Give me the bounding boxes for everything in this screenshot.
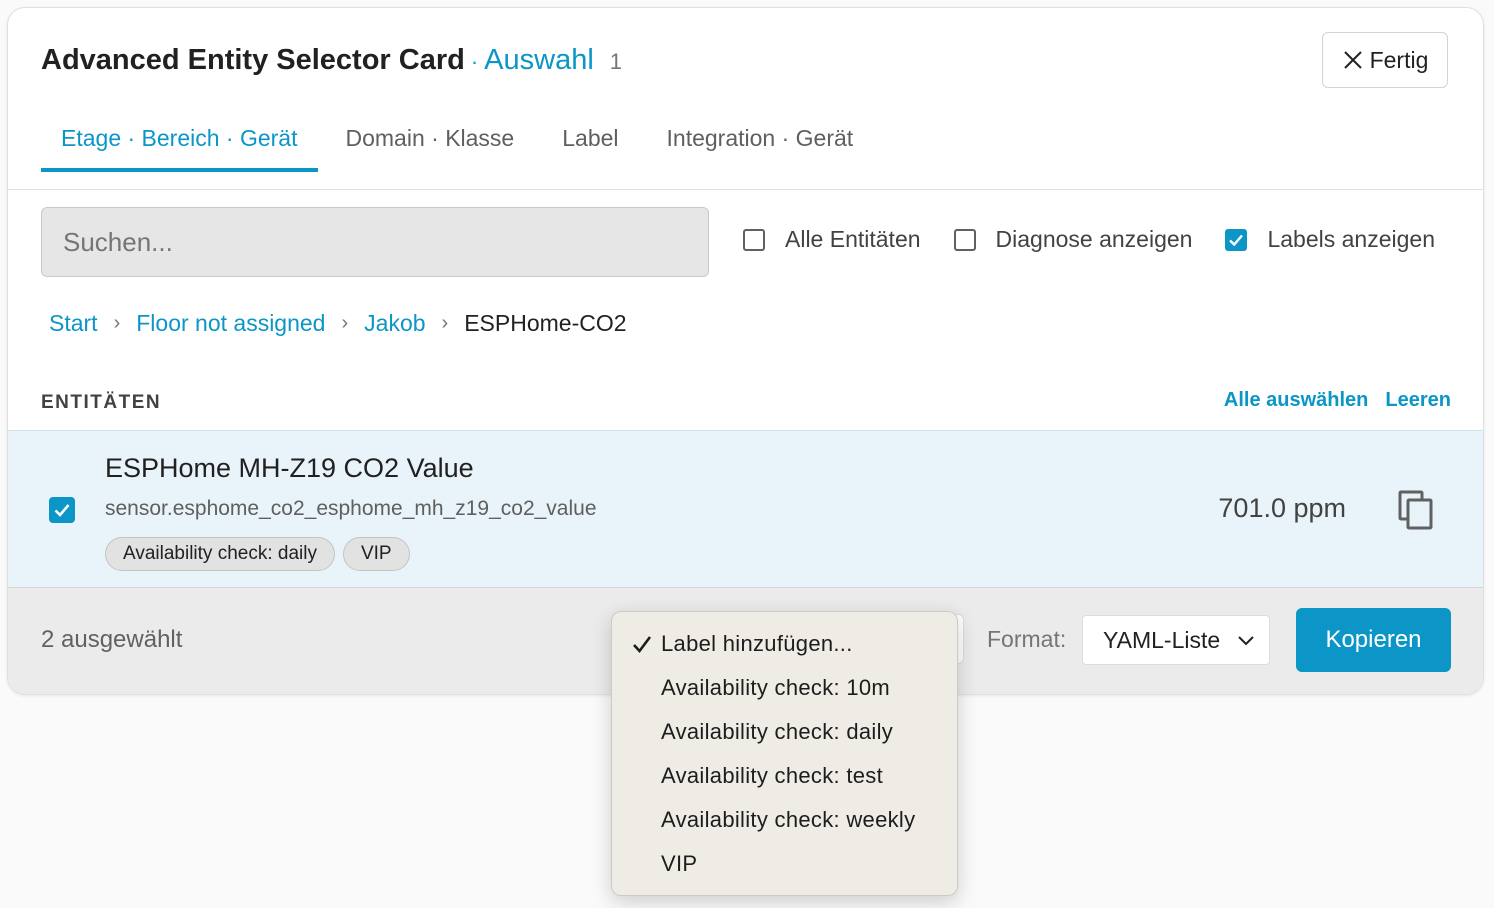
breadcrumb-floor[interactable]: Floor not assigned [136, 310, 325, 337]
checkmark-icon [1229, 234, 1244, 246]
checkmark-icon [54, 504, 70, 517]
breadcrumb-separator: › [113, 312, 121, 334]
breadcrumb-separator: › [341, 312, 349, 334]
chevron-down-icon [1238, 636, 1254, 646]
entities-heading: ENTITÄTEN [41, 392, 162, 413]
filter-all-entities[interactable]: Alle Entitäten [743, 226, 921, 253]
menu-item-availability-test[interactable]: Availability check: test [661, 763, 883, 789]
entity-row[interactable]: ESPHome MH-Z19 CO2 Value sensor.esphome_… [8, 430, 1483, 587]
tab-domain-class[interactable]: Domain · Klasse [326, 110, 535, 172]
filter-show-diagnostic-label: Diagnose anzeigen [995, 226, 1193, 252]
checkmark-icon [633, 636, 652, 654]
breadcrumb-area[interactable]: Jakob [364, 310, 425, 337]
label-chip: VIP [342, 537, 410, 571]
tab-floor-area-device[interactable]: Etage · Bereich · Gerät [41, 110, 318, 172]
entity-state-value: 701.0 ppm [1218, 493, 1346, 523]
filter-show-labels-label: Labels anzeigen [1267, 226, 1435, 252]
menu-item-availability-10m[interactable]: Availability check: 10m [661, 675, 890, 701]
card-header: Advanced Entity Selector Card · Auswahl … [8, 8, 1483, 190]
selected-count: 2 ausgewählt [41, 626, 183, 653]
checkbox-all-entities[interactable] [743, 228, 765, 251]
title-row: Advanced Entity Selector Card · Auswahl … [41, 44, 622, 77]
copy-button[interactable]: Kopieren [1296, 608, 1451, 672]
done-button[interactable]: Fertig [1322, 32, 1448, 88]
tab-label[interactable]: Label [542, 110, 638, 172]
menu-item-add-label[interactable]: Label hinzufügen... [661, 631, 853, 657]
tab-integration-device[interactable]: Integration · Gerät [647, 110, 874, 172]
breadcrumb-current: ESPHome-CO2 [464, 310, 627, 336]
entity-labels: Availability check: daily VIP [105, 537, 410, 571]
entity-name: ESPHome MH-Z19 CO2 Value [105, 453, 474, 483]
checkbox-show-diagnostic[interactable] [953, 228, 976, 251]
clear-button[interactable]: Leeren [1385, 389, 1451, 412]
label-chip: Availability check: daily [105, 537, 335, 571]
label-dropdown-menu: Label hinzufügen... Availability check: … [611, 611, 958, 896]
copy-icon[interactable] [1398, 490, 1434, 530]
filter-all-entities-label: Alle Entitäten [785, 226, 921, 252]
tab-bar: Etage · Bereich · Gerät Domain · Klasse … [41, 110, 873, 172]
selection-label: Auswahl [484, 44, 594, 76]
format-select-value: YAML-Liste [1103, 627, 1221, 653]
title-separator: · [470, 49, 479, 74]
header-divider [8, 189, 1483, 190]
breadcrumb-start[interactable]: Start [49, 310, 98, 337]
done-button-label: Fertig [1369, 46, 1429, 73]
filter-show-labels[interactable]: Labels anzeigen [1225, 226, 1435, 253]
select-all-button[interactable]: Alle auswählen [1224, 389, 1369, 412]
breadcrumb-separator: › [441, 312, 449, 334]
filter-options: Alle Entitäten Diagnose anzeigen Labels … [743, 226, 1435, 253]
close-icon [1343, 51, 1362, 69]
search-input[interactable]: Suchen... [41, 207, 709, 277]
entity-checkbox[interactable] [49, 497, 75, 523]
menu-item-vip[interactable]: VIP [661, 851, 697, 877]
card-title: Advanced Entity Selector Card [41, 44, 465, 76]
format-select[interactable]: YAML-Liste [1082, 615, 1270, 665]
filter-show-diagnostic[interactable]: Diagnose anzeigen [953, 226, 1193, 253]
entity-selector-card: Advanced Entity Selector Card · Auswahl … [7, 7, 1484, 695]
selection-count: 1 [609, 49, 623, 74]
entity-id: sensor.esphome_co2_esphome_mh_z19_co2_va… [105, 497, 597, 520]
menu-item-availability-daily[interactable]: Availability check: daily [661, 719, 893, 745]
list-actions: Alle auswählen Leeren [1224, 389, 1451, 412]
format-label: Format: [987, 626, 1067, 652]
menu-item-availability-weekly[interactable]: Availability check: weekly [661, 807, 915, 833]
breadcrumb: Start › Floor not assigned › Jakob › ESP… [49, 310, 627, 337]
checkbox-show-labels[interactable] [1225, 228, 1248, 251]
